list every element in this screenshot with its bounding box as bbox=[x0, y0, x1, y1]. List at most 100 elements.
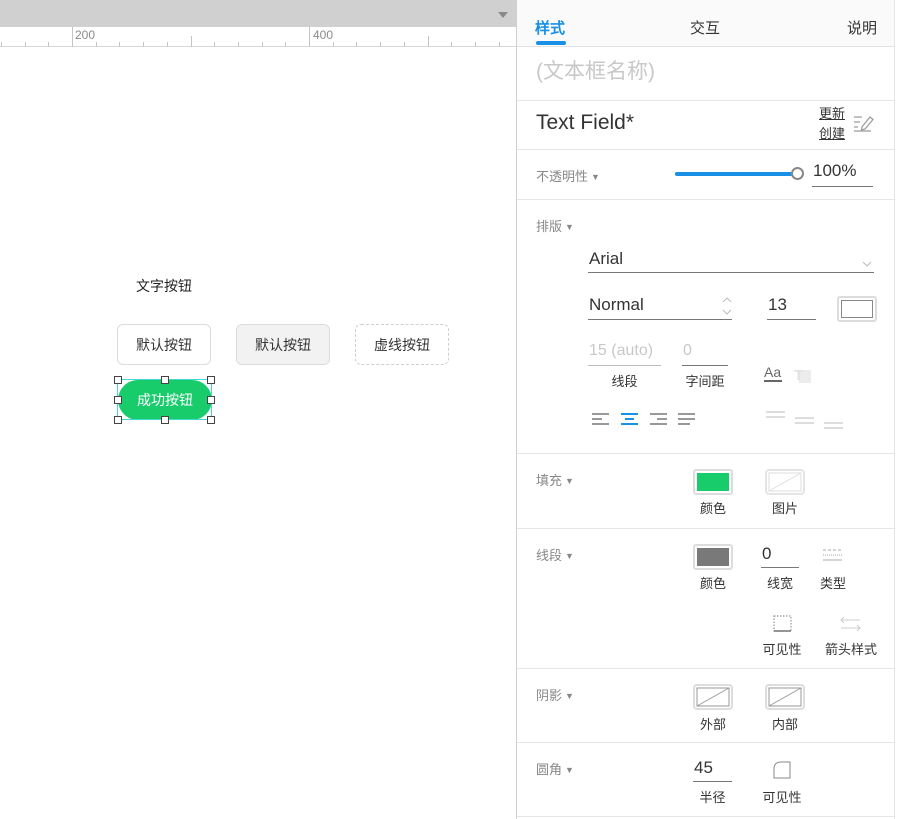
arrow-style-icon[interactable] bbox=[840, 615, 862, 633]
style-name[interactable]: Text Field* bbox=[536, 111, 634, 135]
outer-shadow-icon[interactable] bbox=[693, 684, 733, 710]
opacity-slider-fill bbox=[675, 172, 797, 176]
valign-bottom-icon[interactable] bbox=[824, 422, 844, 430]
shadow-label[interactable]: 阴影 ▼ bbox=[536, 685, 574, 704]
widget-name-section bbox=[517, 47, 894, 101]
stroke-type-caption: 类型 bbox=[819, 576, 846, 591]
chevron-down-icon bbox=[862, 261, 872, 267]
typography-label[interactable]: 排版 ▼ bbox=[536, 216, 574, 235]
active-tab-indicator bbox=[536, 41, 566, 45]
align-left-icon[interactable] bbox=[592, 413, 610, 425]
resize-handle-s[interactable] bbox=[161, 416, 169, 424]
fill-section: 填充 ▼ 颜色 图片 bbox=[517, 454, 894, 529]
stroke-visibility-caption: 可见性 bbox=[762, 642, 802, 657]
dashed-button-widget[interactable]: 虚线按钮 bbox=[355, 324, 449, 365]
valign-middle-icon[interactable] bbox=[795, 417, 815, 425]
opacity-slider[interactable] bbox=[675, 167, 804, 180]
page-tab-bar bbox=[0, 0, 516, 27]
horizontal-ruler: 200 400 bbox=[0, 27, 516, 47]
default-button-widget[interactable]: 默认按钮 bbox=[117, 324, 211, 365]
fill-label-text: 填充 bbox=[536, 473, 563, 488]
line-height-caption: 线段 bbox=[611, 374, 638, 389]
fill-image-icon[interactable] bbox=[765, 469, 805, 495]
corner-radius-input[interactable]: 45 bbox=[693, 758, 732, 782]
update-style-link[interactable]: 更新 bbox=[819, 103, 845, 122]
stroke-width-input[interactable]: 0 bbox=[761, 544, 799, 568]
stroke-section: 线段 ▼ 颜色 0 线宽 类型 可见性 箭头样式 bbox=[517, 529, 894, 669]
collapse-triangle-icon: ▼ bbox=[565, 222, 574, 232]
fill-color-swatch[interactable] bbox=[693, 469, 733, 495]
canvas-area[interactable]: 200 400 文字按钮 默认按钮 默认按钮 虚线按钮 成功按钮 bbox=[0, 0, 516, 819]
tab-notes[interactable]: 说明 bbox=[847, 17, 877, 38]
create-style-link[interactable]: 创建 bbox=[819, 123, 845, 142]
stroke-type-icon[interactable] bbox=[823, 548, 843, 562]
default-button-gray-widget[interactable]: 默认按钮 bbox=[236, 324, 330, 365]
stroke-width-caption: 线宽 bbox=[766, 576, 793, 591]
resize-handle-w[interactable] bbox=[114, 396, 122, 404]
fill-color-caption: 颜色 bbox=[699, 501, 726, 516]
resize-handle-n[interactable] bbox=[161, 376, 169, 384]
tab-style[interactable]: 样式 bbox=[535, 17, 565, 38]
fill-label[interactable]: 填充 ▼ bbox=[536, 470, 574, 489]
fill-color-fill bbox=[697, 473, 729, 491]
collapse-triangle-icon: ▼ bbox=[565, 551, 574, 561]
inspector-panel: 样式 交互 说明 Text Field* 更新 创建 不透明性▼ 100% 排版… bbox=[516, 0, 895, 819]
letter-spacing-caption: 字间距 bbox=[685, 374, 725, 389]
font-family-value: Arial bbox=[589, 249, 624, 268]
opacity-label[interactable]: 不透明性 ▼ bbox=[536, 166, 600, 185]
font-weight-select[interactable]: Normal bbox=[588, 295, 732, 320]
font-family-select[interactable]: Arial bbox=[588, 249, 874, 273]
arrow-style-caption: 箭头样式 bbox=[824, 642, 877, 657]
corner-visibility-caption: 可见性 bbox=[762, 790, 802, 805]
resize-handle-sw[interactable] bbox=[114, 416, 122, 424]
shadow-label-text: 阴影 bbox=[536, 688, 563, 703]
stroke-color-fill bbox=[697, 548, 729, 566]
resize-handle-se[interactable] bbox=[207, 416, 215, 424]
corner-label[interactable]: 圆角 ▼ bbox=[536, 759, 574, 778]
text-button-widget[interactable]: 文字按钮 bbox=[117, 274, 211, 298]
collapse-triangle-icon: ▼ bbox=[591, 172, 600, 182]
collapse-triangle-icon: ▼ bbox=[565, 691, 574, 701]
valign-top-icon[interactable] bbox=[766, 411, 786, 419]
opacity-section: 不透明性 ▼ 100% bbox=[517, 150, 894, 200]
tab-interaction[interactable]: 交互 bbox=[690, 17, 720, 38]
resize-handle-ne[interactable] bbox=[207, 376, 215, 384]
collapse-triangle-icon: ▼ bbox=[565, 765, 574, 775]
stroke-color-swatch[interactable] bbox=[693, 544, 733, 570]
corner-radius-caption: 半径 bbox=[699, 790, 726, 805]
tab-dropdown-icon[interactable] bbox=[498, 12, 508, 18]
widget-name-input[interactable] bbox=[536, 60, 876, 84]
stroke-visibility-icon[interactable] bbox=[773, 615, 793, 633]
text-color-swatch[interactable] bbox=[837, 296, 877, 322]
success-button-widget[interactable]: 成功按钮 bbox=[118, 380, 212, 420]
ruler-label-400: 400 bbox=[313, 28, 334, 42]
text-font-options-icon[interactable]: Aa bbox=[763, 364, 785, 384]
typography-label-text: 排版 bbox=[536, 219, 563, 234]
corner-visibility-icon[interactable] bbox=[773, 761, 793, 779]
line-height-input[interactable]: 15 (auto) bbox=[588, 342, 661, 366]
svg-text:T: T bbox=[794, 367, 803, 384]
inspector-tabs: 样式 交互 说明 bbox=[517, 0, 894, 47]
opacity-slider-knob[interactable] bbox=[791, 167, 804, 180]
align-justify-icon[interactable] bbox=[678, 413, 696, 425]
svg-text:Aa: Aa bbox=[764, 364, 781, 380]
stroke-color-caption: 颜色 bbox=[699, 576, 726, 591]
resize-handle-nw[interactable] bbox=[114, 376, 122, 384]
outer-shadow-caption: 外部 bbox=[699, 717, 726, 732]
shadow-section: 阴影 ▼ 外部 内部 bbox=[517, 669, 894, 743]
stroke-label[interactable]: 线段 ▼ bbox=[536, 545, 574, 564]
opacity-input[interactable]: 100% bbox=[812, 161, 873, 187]
text-shadow-icon[interactable]: T bbox=[793, 366, 813, 384]
resize-handle-e[interactable] bbox=[207, 396, 215, 404]
align-right-icon[interactable] bbox=[650, 413, 668, 425]
up-down-chevron-icon bbox=[722, 297, 732, 315]
corner-radius-section: 圆角 ▼ 45 半径 可见性 bbox=[517, 743, 894, 817]
letter-spacing-input[interactable]: 0 bbox=[682, 342, 728, 366]
font-size-input[interactable]: 13 bbox=[767, 295, 816, 320]
inner-shadow-icon[interactable] bbox=[765, 684, 805, 710]
corner-label-text: 圆角 bbox=[536, 762, 563, 777]
inner-shadow-caption: 内部 bbox=[771, 717, 798, 732]
edit-style-icon[interactable] bbox=[853, 113, 875, 133]
opacity-label-text: 不透明性 bbox=[536, 169, 589, 184]
align-center-icon[interactable] bbox=[621, 413, 639, 425]
